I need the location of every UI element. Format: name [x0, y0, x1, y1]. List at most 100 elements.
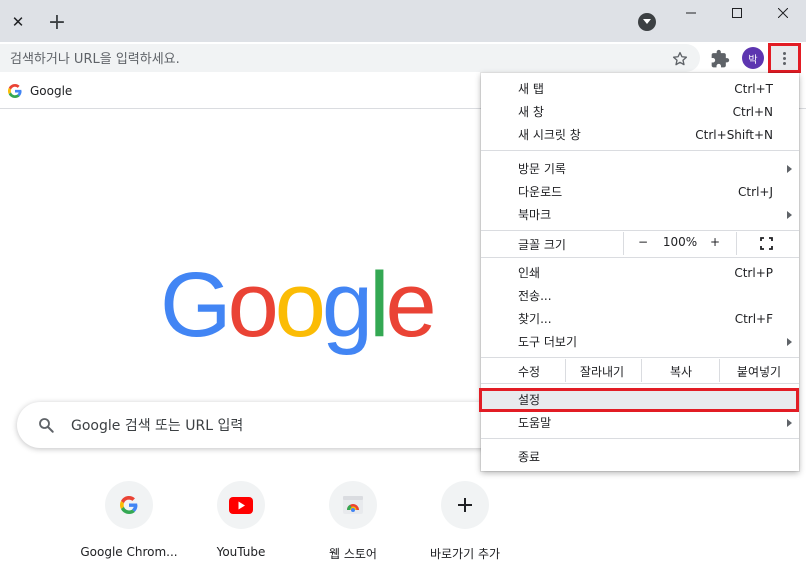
search-icon — [39, 418, 54, 433]
shortcut-web-store[interactable]: 웹 스토어 — [297, 481, 409, 563]
shortcut-icon-circle — [329, 481, 377, 529]
menu-label: 방문 기록 — [518, 162, 566, 176]
edit-label: 수정 — [518, 365, 541, 379]
plus-icon: + — [47, 9, 67, 35]
menu-shortcut: Ctrl+Shift+N — [695, 127, 773, 142]
ntp-search-box[interactable] — [17, 402, 557, 448]
minimize-icon — [686, 12, 696, 14]
kebab-dot-icon — [783, 56, 786, 60]
shortcut-icon-circle — [105, 481, 153, 529]
menu-label: 새 창 — [518, 105, 544, 119]
logo-letter: g — [322, 268, 369, 356]
menu-divider — [481, 230, 799, 231]
menu-item-new-window[interactable]: 새 창 Ctrl+N — [481, 100, 799, 123]
menu-item-history[interactable]: 방문 기록 — [481, 157, 799, 180]
shortcut-youtube[interactable]: YouTube — [185, 481, 297, 563]
shortcut-icon-circle — [441, 481, 489, 529]
submenu-arrow-icon — [787, 210, 792, 219]
youtube-icon — [229, 496, 253, 514]
web-store-icon — [343, 496, 363, 514]
menu-item-downloads[interactable]: 다운로드 Ctrl+J — [481, 180, 799, 203]
shortcut-icon-circle — [217, 481, 265, 529]
menu-divider — [481, 150, 799, 151]
menu-edit-row: 수정 잘라내기 복사 붙여넣기 — [481, 359, 799, 382]
submenu-arrow-icon — [787, 164, 792, 173]
menu-label: 새 탭 — [518, 82, 544, 96]
title-bar: ✕ + — [0, 0, 806, 42]
menu-divider — [481, 383, 799, 384]
tab-close-button[interactable]: ✕ — [6, 10, 30, 34]
edit-divider — [641, 359, 642, 382]
tab-search-button[interactable] — [638, 13, 656, 31]
google-logo: Google — [160, 268, 435, 356]
maximize-button[interactable] — [714, 0, 760, 26]
bookmark-label: Google — [30, 84, 73, 98]
google-logo-text: Google — [160, 268, 434, 356]
menu-shortcut: Ctrl+J — [738, 184, 773, 199]
menu-label: 도구 더보기 — [518, 335, 578, 349]
menu-label: 다운로드 — [518, 185, 563, 199]
menu-item-cast[interactable]: 전송... — [481, 284, 799, 307]
menu-label: 인쇄 — [518, 266, 541, 280]
edit-divider — [719, 359, 720, 382]
logo-letter: G — [160, 268, 228, 356]
google-g-icon — [120, 496, 138, 514]
logo-letter: e — [386, 268, 434, 356]
zoom-divider — [623, 232, 624, 255]
menu-item-exit[interactable]: 종료 — [481, 445, 799, 468]
window-close-button[interactable] — [760, 0, 806, 26]
menu-divider — [481, 257, 799, 258]
chevron-down-icon — [643, 19, 651, 24]
menu-divider — [481, 438, 799, 439]
ntp-search-input[interactable] — [69, 414, 493, 438]
logo-letter: o — [275, 268, 323, 356]
zoom-out-button[interactable]: − — [633, 235, 653, 249]
settings-highlight-box — [479, 388, 799, 412]
kebab-dot-icon — [783, 61, 786, 65]
zoom-divider — [736, 232, 737, 255]
menu-item-bookmarks[interactable]: 북마크 — [481, 203, 799, 226]
toolbar — [0, 42, 806, 74]
cut-button[interactable]: 잘라내기 — [567, 363, 637, 380]
shortcut-add[interactable]: 바로가기 추가 — [409, 481, 521, 563]
extensions-puzzle-icon[interactable] — [710, 49, 730, 69]
paste-button[interactable]: 붙여넣기 — [721, 363, 797, 380]
shortcut-label: YouTube — [216, 545, 266, 559]
shortcut-google-chrome[interactable]: Google Chrom... — [73, 481, 185, 563]
edit-divider — [565, 359, 566, 382]
shortcut-label: 웹 스토어 — [329, 547, 377, 561]
zoom-in-button[interactable]: + — [705, 235, 725, 249]
menu-label: 종료 — [518, 450, 541, 464]
menu-zoom-row: 글꼴 크기 − 100% + — [481, 232, 799, 255]
menu-item-incognito[interactable]: 새 시크릿 창 Ctrl+Shift+N — [481, 123, 799, 146]
submenu-arrow-icon — [787, 418, 792, 427]
menu-item-more-tools[interactable]: 도구 더보기 — [481, 330, 799, 353]
menu-shortcut: Ctrl+P — [734, 265, 773, 280]
bookmark-google[interactable]: Google — [8, 82, 72, 100]
menu-item-help[interactable]: 도움말 — [481, 411, 799, 434]
menu-shortcut: Ctrl+T — [734, 81, 773, 96]
bookmark-star-icon[interactable] — [671, 50, 689, 68]
menu-item-new-tab[interactable]: 새 탭 Ctrl+T — [481, 77, 799, 100]
menu-label: 찾기... — [518, 312, 552, 326]
zoom-label: 글꼴 크기 — [518, 238, 566, 252]
profile-avatar[interactable]: 박 — [742, 47, 764, 69]
copy-button[interactable]: 복사 — [643, 363, 719, 380]
shortcut-label: Google Chrom... — [80, 545, 178, 559]
menu-label: 북마크 — [518, 208, 552, 222]
close-icon — [778, 8, 788, 18]
omnibox-input[interactable] — [8, 48, 652, 70]
minimize-button[interactable] — [668, 0, 714, 26]
chrome-menu-button[interactable] — [768, 43, 801, 73]
new-tab-button[interactable]: + — [44, 9, 70, 35]
menu-divider — [481, 357, 799, 358]
kebab-dot-icon — [783, 51, 786, 55]
menu-item-print[interactable]: 인쇄 Ctrl+P — [481, 261, 799, 284]
menu-label: 도움말 — [518, 416, 552, 430]
omnibox[interactable] — [0, 44, 700, 72]
zoom-value: 100% — [662, 235, 698, 249]
menu-item-find[interactable]: 찾기... Ctrl+F — [481, 307, 799, 330]
menu-shortcut: Ctrl+F — [734, 311, 773, 326]
fullscreen-icon[interactable] — [760, 237, 773, 250]
submenu-arrow-icon — [787, 337, 792, 346]
